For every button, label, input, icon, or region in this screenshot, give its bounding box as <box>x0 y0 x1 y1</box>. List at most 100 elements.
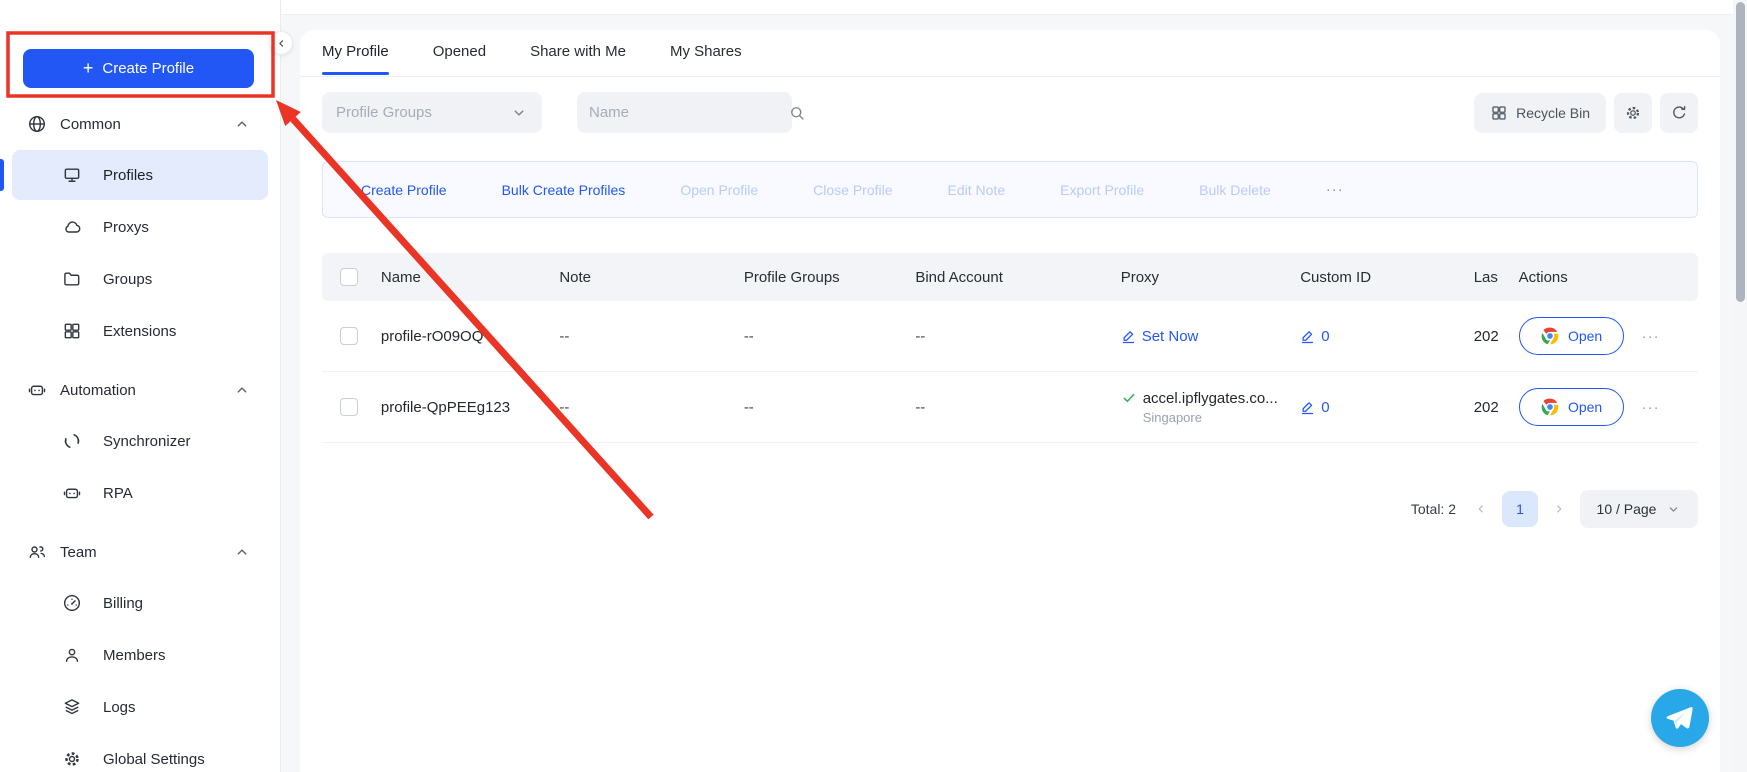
scrollbar[interactable] <box>1733 0 1747 772</box>
create-profile-label: Create Profile <box>102 60 194 77</box>
open-profile-button[interactable]: Open <box>1519 317 1624 355</box>
bulk-action-bar: Create Profile Bulk Create Profiles Open… <box>322 161 1698 218</box>
telegram-icon <box>1664 703 1694 733</box>
custom-id-edit[interactable]: 0 <box>1300 328 1462 345</box>
content-card: My Profile Opened Share with Me My Share… <box>300 30 1720 772</box>
tab-share-with-me[interactable]: Share with Me <box>530 43 626 75</box>
proxy-cell: accel.ipflygates.co... Singapore <box>1121 390 1288 425</box>
create-profile-button[interactable]: + Create Profile <box>23 49 254 88</box>
action-bulk-delete: Bulk Delete <box>1199 182 1271 198</box>
monitor-icon <box>62 165 82 185</box>
action-edit-note: Edit Note <box>948 182 1006 198</box>
nav-group-team: Team Billing Members Logs Global <box>0 538 280 772</box>
profile-groups-select[interactable]: Profile Groups <box>322 92 542 133</box>
sidebar-item-proxys[interactable]: Proxys <box>12 202 268 252</box>
select-all-checkbox[interactable] <box>340 268 358 286</box>
recycle-bin-button[interactable]: Recycle Bin <box>1474 93 1606 133</box>
grid-icon <box>1490 104 1508 122</box>
custom-id-value: 0 <box>1321 328 1329 345</box>
tab-my-profile[interactable]: My Profile <box>322 43 389 75</box>
sidebar-item-label: Logs <box>103 699 136 716</box>
chevron-up-icon[interactable] <box>233 115 251 133</box>
row-checkbox[interactable] <box>340 398 358 416</box>
cell-last-opened: 202 <box>1462 399 1507 416</box>
tab-my-shares[interactable]: My Shares <box>670 43 742 75</box>
proxy-host: accel.ipflygates.co... <box>1143 390 1278 407</box>
sync-icon <box>62 431 82 451</box>
cell-note: -- <box>547 399 731 416</box>
sidebar-item-rpa[interactable]: RPA <box>12 468 268 518</box>
tab-opened[interactable]: Opened <box>433 43 486 75</box>
sidebar-item-global-settings[interactable]: Global Settings <box>12 734 268 772</box>
page-number-button[interactable]: 1 <box>1502 491 1538 527</box>
column-header-profile-groups: Profile Groups <box>732 269 904 286</box>
cell-name: profile-QpPEEg123 <box>369 399 547 416</box>
table-row: profile-QpPEEg123 -- -- -- accel.ipflyga… <box>322 372 1698 443</box>
column-header-proxy: Proxy <box>1109 269 1288 286</box>
column-header-note: Note <box>547 269 731 286</box>
name-search-input[interactable] <box>589 104 788 121</box>
cell-last-opened: 202 <box>1462 328 1507 345</box>
sidebar-item-extensions[interactable]: Extensions <box>12 306 268 356</box>
page-size-value: 10 / Page <box>1597 501 1657 517</box>
sidebar-item-label: Synchronizer <box>103 433 191 450</box>
search-icon[interactable] <box>788 104 806 122</box>
sidebar-item-label: Global Settings <box>103 751 205 768</box>
action-export-profile: Export Profile <box>1060 182 1144 198</box>
edit-icon <box>1300 329 1315 344</box>
nav-group-header-common[interactable]: Common <box>0 110 280 138</box>
table-row: profile-rO09OQ -- -- -- Set Now 0 202 <box>322 301 1698 372</box>
sidebar-item-groups[interactable]: Groups <box>12 254 268 304</box>
open-button-label: Open <box>1568 399 1602 415</box>
pagination: Total: 2 1 10 / Page <box>1411 490 1698 528</box>
check-icon <box>1121 390 1137 406</box>
scrollbar-thumb[interactable] <box>1736 2 1745 302</box>
grid-icon <box>62 321 82 341</box>
column-header-name: Name <box>369 269 547 286</box>
chevron-up-icon[interactable] <box>233 381 251 399</box>
action-create-profile[interactable]: Create Profile <box>361 182 447 198</box>
sidebar-item-logs[interactable]: Logs <box>12 682 268 732</box>
sidebar-item-profiles[interactable]: Profiles <box>12 150 268 200</box>
page-size-select[interactable]: 10 / Page <box>1580 490 1698 528</box>
sidebar-item-synchronizer[interactable]: Synchronizer <box>12 416 268 466</box>
cloud-icon <box>62 217 82 237</box>
nav-group-header-team[interactable]: Team <box>0 538 280 566</box>
action-close-profile: Close Profile <box>813 182 892 198</box>
pagination-total: Total: 2 <box>1411 501 1456 517</box>
open-button-label: Open <box>1568 328 1602 344</box>
cell-name: profile-rO09OQ <box>369 328 547 345</box>
action-bulk-create-profiles[interactable]: Bulk Create Profiles <box>502 182 626 198</box>
chevron-up-icon[interactable] <box>233 543 251 561</box>
settings-button[interactable] <box>1614 93 1652 133</box>
nav-group-header-automation[interactable]: Automation <box>0 376 280 404</box>
next-page-button[interactable] <box>1552 502 1566 516</box>
action-more-button[interactable]: ··· <box>1326 181 1344 198</box>
edit-icon <box>1121 329 1136 344</box>
custom-id-edit[interactable]: 0 <box>1300 399 1462 416</box>
telegram-button[interactable] <box>1651 689 1709 747</box>
open-profile-button[interactable]: Open <box>1519 388 1624 426</box>
chevron-left-icon <box>275 37 288 50</box>
sidebar: + Create Profile Common Profiles Proxys <box>0 0 281 772</box>
cell-bind-account: -- <box>903 328 1108 345</box>
sidebar-collapse-button[interactable] <box>269 31 293 55</box>
sidebar-item-label: Billing <box>103 595 143 612</box>
refresh-button[interactable] <box>1660 93 1698 133</box>
team-icon <box>27 542 47 562</box>
row-checkbox[interactable] <box>340 327 358 345</box>
sidebar-item-label: Extensions <box>103 323 176 340</box>
previous-page-button[interactable] <box>1474 502 1488 516</box>
column-header-last-opened: Las <box>1462 269 1507 286</box>
profiles-table: Name Note Profile Groups Bind Account Pr… <box>322 253 1698 443</box>
profile-groups-placeholder: Profile Groups <box>336 104 510 121</box>
folder-icon <box>62 269 82 289</box>
cell-profile-groups: -- <box>732 328 904 345</box>
gear-icon <box>1624 104 1642 122</box>
nav-group-automation: Automation Synchronizer RPA <box>0 376 280 518</box>
sidebar-item-members[interactable]: Members <box>12 630 268 680</box>
row-more-button[interactable]: ··· <box>1642 328 1660 345</box>
proxy-set-now-link[interactable]: Set Now <box>1121 328 1288 345</box>
row-more-button[interactable]: ··· <box>1642 399 1660 416</box>
sidebar-item-billing[interactable]: Billing <box>12 578 268 628</box>
